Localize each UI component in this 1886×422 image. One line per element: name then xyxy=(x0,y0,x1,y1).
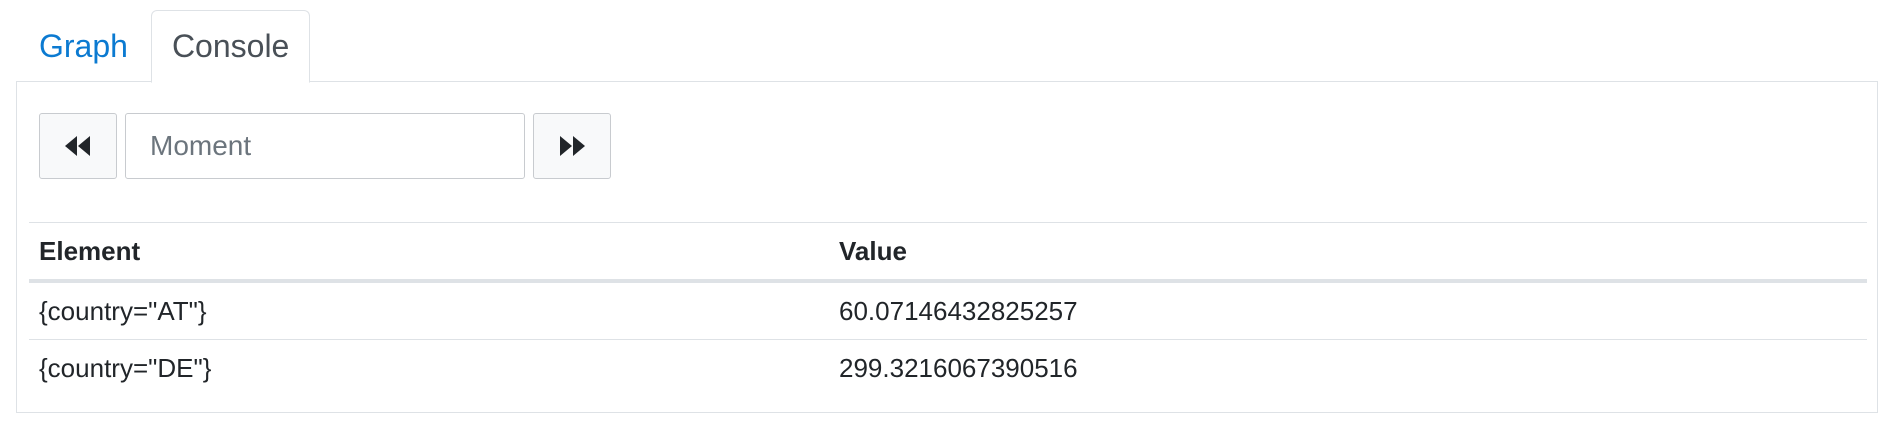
value-cell: 60.07146432825257 xyxy=(829,281,1867,340)
table-row: {country="AT"} 60.07146432825257 xyxy=(29,281,1867,340)
element-cell: {country="AT"} xyxy=(29,281,829,340)
column-header-element: Element xyxy=(29,222,829,283)
next-moment-button[interactable] xyxy=(533,113,611,179)
moment-controls xyxy=(39,113,611,179)
moment-input[interactable] xyxy=(125,113,525,179)
column-header-value: Value xyxy=(829,222,1867,283)
value-cell: 299.3216067390516 xyxy=(839,352,1078,383)
table-header-row: Element Value xyxy=(29,222,1867,283)
double-chevron-left-icon xyxy=(65,136,90,156)
results-table: Element Value {country="AT"} 60.07146432… xyxy=(29,222,1867,396)
tab-console[interactable]: Console xyxy=(150,10,311,83)
previous-moment-button[interactable] xyxy=(39,113,117,179)
tab-bar: Graph Console xyxy=(16,10,311,83)
console-view: Graph Console Element xyxy=(0,0,1886,422)
tab-graph[interactable]: Graph xyxy=(16,10,151,82)
console-panel: Element Value {country="AT"} 60.07146432… xyxy=(16,81,1878,413)
element-cell: {country="DE"} xyxy=(39,352,212,383)
table-row: {country="DE"} 299.3216067390516 xyxy=(29,340,1867,397)
double-chevron-right-icon xyxy=(560,136,585,156)
